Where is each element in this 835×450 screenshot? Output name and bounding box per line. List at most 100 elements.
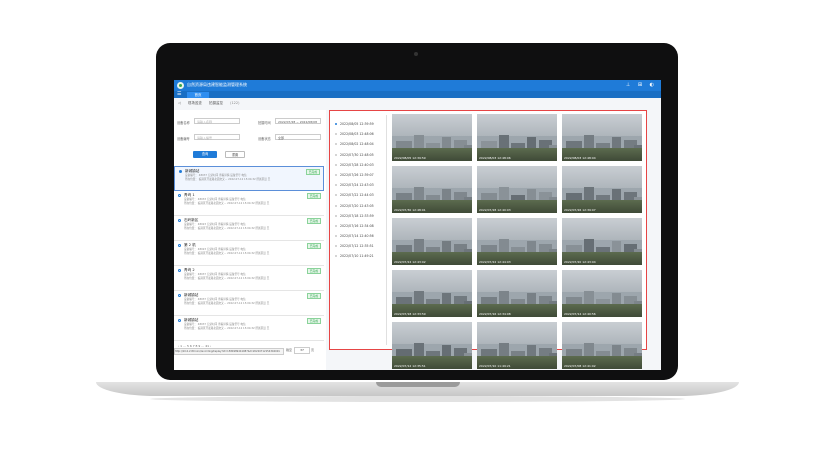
thumbnail-timestamp: 2022/07/28 12:40:03 [479, 207, 511, 212]
card-radio-icon[interactable] [178, 319, 181, 322]
thumbnail-timestamp: 2022/07/12 12:35:51 [394, 363, 426, 368]
capture-thumbnail[interactable]: 2022/07/10 11:49:21 [477, 322, 557, 369]
shoot-time-label: 拍摄时间 [258, 121, 271, 125]
thumbnail-sky [562, 218, 642, 240]
timeline-item[interactable]: 2022/07/14 12:40:56 [333, 231, 381, 241]
timeline-item[interactable]: 2022/08/02 12:48:04 [333, 139, 381, 149]
card-location-line: 所在位置： 临港区开发路北面交叉… 2022-07-12 15:04:32 所属… [184, 252, 270, 255]
device-card[interactable]: 青坞 1 设备编号： 48033 记录时间 查看详情 设备型号 电信 所在位置： 临… [174, 191, 324, 216]
device-name-input[interactable]: 请输入名称 [194, 118, 240, 124]
thumbnail-timestamp: 2022/07/16 12:34:08 [479, 311, 511, 316]
timeline-item[interactable]: 2022/07/24 12:43:03 [333, 180, 381, 190]
card-location-line: 所在位置： 临港区开发路北面交叉… 2022-07-12 15:04:32 所属… [184, 277, 270, 280]
status-url-tooltip: http://10.0.2.80:xxx/recordingdisplay?id… [174, 348, 284, 355]
capture-thumbnail[interactable]: 2022/07/14 12:40:56 [562, 270, 642, 317]
status-badge: 已完成 [305, 169, 320, 175]
capture-thumbnail[interactable]: 2022/07/22 12:44:03 [477, 218, 557, 265]
thumbnail-timestamp: 2022/08/05 12:39:59 [394, 155, 426, 160]
capture-thumbnail[interactable]: 2022/07/16 12:34:08 [477, 270, 557, 317]
thumbnail-timestamp: 2022/07/20 12:43:04 [564, 259, 596, 264]
thumbnail-timestamp: 2022/07/22 12:44:03 [479, 259, 511, 264]
timeline-item[interactable]: 2022/07/10 11:49:21 [333, 251, 381, 261]
device-list-panel: 设备名称 请输入名称 拍摄时间 2022/07/28 ~ 2022/08/08 … [174, 110, 326, 370]
capture-thumbnail[interactable]: 2022/07/30 12:48:01 [392, 166, 472, 213]
thumbnail-sky [392, 322, 472, 344]
capture-thumbnail[interactable]: 2022/08/05 12:39:59 [392, 114, 472, 161]
thumbnail-timestamp: 2022/07/14 12:40:56 [564, 311, 596, 316]
capture-thumbnail[interactable]: 2022/07/20 12:43:04 [562, 218, 642, 265]
card-radio-icon[interactable] [178, 244, 181, 247]
query-button[interactable]: 查询 [193, 151, 217, 158]
header-action-icons[interactable]: ⊥ ⊞ ◐ [626, 82, 657, 88]
status-badge: 已完成 [306, 243, 321, 249]
status-badge: 已完成 [306, 293, 321, 299]
status-badge: 已完成 [306, 268, 321, 274]
app-screen: 自然资源局违建智能监测管理系统 ⊥ ⊞ ◐ ☰ 首页 ◁ 现场巡查 拍摄监控 (… [174, 80, 661, 370]
device-card[interactable]: 新城镇站 设备编号： 48037 记录时间 查看详情 设备型号 电信 所在位置： 临… [174, 316, 324, 341]
status-badge: 已完成 [306, 193, 321, 199]
thumbnail-sky [392, 166, 472, 188]
thumbnail-sky [477, 166, 557, 188]
reset-button[interactable]: 重置 [225, 151, 245, 158]
thumbnail-sky [562, 322, 642, 344]
device-card[interactable]: 第 2 机设备编号： 48023 记录时间 查看详情 设备型号 电信 所在位置： … [174, 241, 324, 266]
device-id-input[interactable]: 请输入编号 [194, 134, 240, 140]
timeline-item[interactable]: 2022/07/12 12:35:51 [333, 241, 381, 251]
card-radio-icon[interactable] [179, 170, 182, 173]
timeline-item[interactable]: 2022/07/20 12:43:05 [333, 201, 381, 211]
app-title: 自然资源局违建智能监测管理系统 [187, 82, 247, 87]
card-location-line: 所在位置： 临港区开发路北面交叉… 2022-07-12 15:04:32 所属… [184, 327, 270, 330]
card-location-line: 所在位置： 临港区开发路北面交叉… 2022-07-12 15:04:32 所属… [184, 202, 270, 205]
device-card[interactable]: 新城镇站 设备编号： 48037 记录时间 查看详情 设备型号 电信 所在位置： 临… [174, 291, 324, 316]
capture-thumbnail[interactable]: 2022/07/24 12:43:02 [392, 218, 472, 265]
thumbnail-sky [392, 218, 472, 240]
thumbnail-timestamp: 2022/07/10 11:49:21 [479, 363, 511, 368]
device-status-label: 设备状态 [258, 137, 271, 141]
thumbnail-timestamp: 2022/08/03 12:48:04 [564, 155, 596, 160]
capture-thumbnail[interactable]: 2022/07/28 12:40:03 [477, 166, 557, 213]
timeline-item[interactable]: 2022/07/22 12:44:03 [333, 190, 381, 200]
thumbnail-sky [562, 270, 642, 292]
breadcrumb-count: (122) [230, 101, 240, 105]
timeline-item[interactable]: 2022/07/18 12:33:59 [333, 211, 381, 221]
webcam-icon [414, 52, 418, 56]
card-location-line: 所在位置： 临港区开发路北面交叉… 2022-07-12 15:04:32 所属… [184, 302, 270, 305]
page-jump-label: 跳至 [286, 348, 293, 352]
thumbnail-sky [562, 166, 642, 188]
tab-home[interactable]: 首页 [187, 92, 209, 98]
card-radio-icon[interactable] [178, 269, 181, 272]
capture-thumbnail-grid: 2022/08/05 12:39:59 2022/08/03 12:48:06 20… [392, 114, 645, 369]
device-card[interactable]: 新城镇站 设备编号： 48037 记录时间 查看详情 设备型号 电信 所在位置： 临… [174, 166, 324, 191]
thumbnail-sky [477, 270, 557, 292]
nav-bar: ☰ 首页 [174, 91, 661, 98]
capture-thumbnail[interactable]: 2022/08/03 12:48:04 [562, 114, 642, 161]
page-jump-input[interactable]: 37 [294, 347, 311, 354]
menu-toggle-icon[interactable]: ☰ [177, 91, 181, 97]
capture-thumbnail[interactable]: 2022/08/03 12:48:06 [477, 114, 557, 161]
timeline-item[interactable]: 2022/08/05 12:39:59 [333, 119, 381, 129]
shoot-time-range-input[interactable]: 2022/07/28 ~ 2022/08/08 [275, 118, 321, 124]
capture-thumbnail[interactable]: 2022/07/12 12:35:51 [392, 322, 472, 369]
card-radio-icon[interactable] [178, 194, 181, 197]
device-card[interactable]: 石岭新区 设备编号： 48023 记录时间 查看详情 设备型号 电信 所在位置： 临… [174, 216, 324, 241]
app-header: 自然资源局违建智能监测管理系统 ⊥ ⊞ ◐ [174, 80, 661, 91]
thumbnail-timestamp: 2022/07/24 12:43:02 [394, 259, 426, 264]
timeline-item[interactable]: 2022/07/28 12:40:03 [333, 160, 381, 170]
timeline-item[interactable]: 2022/07/16 12:34:08 [333, 221, 381, 231]
breadcrumb-level1[interactable]: 现场巡查 [188, 101, 202, 105]
thumbnail-sky [392, 114, 472, 136]
back-icon[interactable]: ◁ [178, 101, 181, 105]
device-status-select[interactable]: 全部 [275, 134, 321, 140]
card-radio-icon[interactable] [178, 294, 181, 297]
capture-thumbnail[interactable]: 2022/07/08 12:41:02 [562, 322, 642, 369]
device-card[interactable]: 青坞 2 设备编号： 48037 记录时间 查看详情 设备型号 电信 所在位置： 临… [174, 266, 324, 291]
timeline-item[interactable]: 2022/07/30 12:48:05 [333, 150, 381, 160]
capture-thumbnail[interactable]: 2022/07/18 12:33:59 [392, 270, 472, 317]
thumbnail-sky [392, 270, 472, 292]
thumbnail-timestamp: 2022/08/03 12:48:06 [479, 155, 511, 160]
timeline-item[interactable]: 2022/07/26 12:39:07 [333, 170, 381, 180]
capture-thumbnail[interactable]: 2022/07/26 12:39:07 [562, 166, 642, 213]
timeline-item[interactable]: 2022/08/03 12:48:06 [333, 129, 381, 139]
card-radio-icon[interactable] [178, 219, 181, 222]
breadcrumb: ◁ 现场巡查 拍摄监控 (122) [178, 101, 246, 106]
